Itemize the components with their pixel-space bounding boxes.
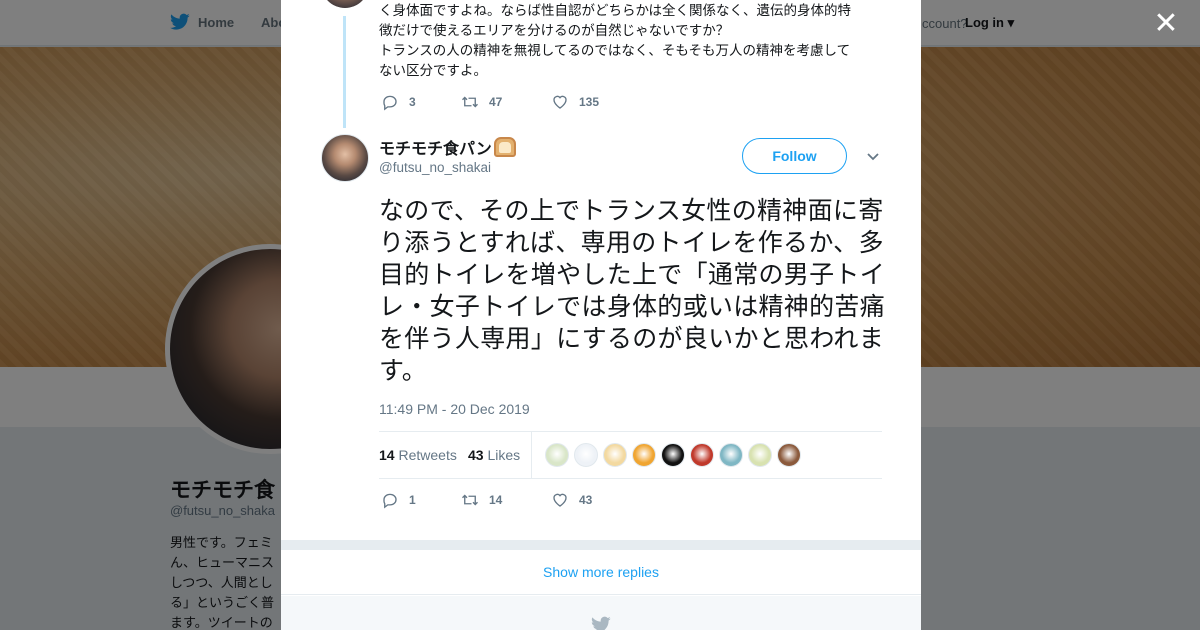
like-button[interactable]: 135 — [551, 93, 631, 111]
reply-count: 3 — [409, 95, 416, 109]
likes-stat[interactable]: 43 Likes — [468, 447, 520, 463]
liker-avatar[interactable] — [690, 443, 714, 467]
tweet-actions: 1 14 43 — [381, 491, 631, 509]
heart-icon — [553, 95, 567, 109]
reply-count: 1 — [409, 493, 416, 507]
previous-tweet[interactable]: く身体面ですよね。ならば性自認がどちらかは全く関係なく、遺伝的身体的特 徴だけで… — [281, 0, 921, 130]
thread-line — [343, 16, 346, 128]
reply-button[interactable]: 1 — [381, 491, 461, 509]
retweets-stat[interactable]: 14 Retweets — [379, 447, 457, 463]
like-count: 43 — [579, 493, 593, 507]
liker-avatar[interactable] — [574, 443, 598, 467]
liker-avatar[interactable] — [777, 443, 801, 467]
liker-avatar[interactable] — [719, 443, 743, 467]
liker-avatar[interactable] — [545, 443, 569, 467]
like-count: 135 — [579, 95, 600, 109]
previous-tweet-line: 徴だけで使えるエリアを分けるのが自然じゃないですか？ — [379, 23, 730, 39]
retweet-count: 14 — [489, 493, 503, 507]
heart-icon — [553, 493, 567, 507]
retweet-count: 47 — [489, 95, 503, 109]
liker-avatar[interactable] — [661, 443, 685, 467]
like-button[interactable]: 43 — [551, 491, 631, 509]
tweet-stats: 14 Retweets 43 Likes — [379, 431, 882, 479]
reply-icon — [383, 95, 397, 111]
close-modal-button[interactable]: ✕ — [1152, 9, 1180, 39]
reply-button[interactable]: 3 — [381, 93, 461, 111]
modal-footer — [281, 596, 921, 630]
bread-icon — [493, 137, 516, 157]
liker-avatar[interactable] — [632, 443, 656, 467]
stats-divider — [531, 432, 532, 478]
retweet-button[interactable]: 47 — [461, 93, 551, 111]
likes-stat-label: Likes — [487, 447, 521, 463]
author-avatar[interactable] — [321, 134, 369, 182]
previous-tweet-text: く身体面ですよね。ならば性自認がどちらかは全く関係なく、遺伝的身体的特 徴だけで… — [379, 1, 879, 81]
author-name[interactable]: モチモチ食パン — [379, 135, 516, 159]
follow-button[interactable]: Follow — [742, 138, 847, 174]
tweet-timestamp[interactable]: 11:49 PM - 20 Dec 2019 — [379, 401, 530, 417]
show-more-replies-link[interactable]: Show more replies — [281, 550, 921, 595]
previous-tweet-avatar[interactable] — [321, 0, 369, 8]
author-handle[interactable]: @futsu_no_shakai — [379, 160, 491, 175]
retweet-button[interactable]: 14 — [461, 491, 551, 509]
tweet-text: なので、その上でトランス女性の精神面に寄り添うとすれば、専用のトイレを作るか、多… — [379, 196, 886, 385]
liker-avatars — [545, 443, 801, 467]
liker-avatar[interactable] — [603, 443, 627, 467]
previous-tweet-line: トランスの人の精神を無視してるのではなく、そもそも万人の精神を考慮して — [379, 43, 851, 59]
previous-tweet-actions: 3 47 135 — [381, 93, 631, 111]
likes-stat-count: 43 — [468, 447, 484, 463]
reply-icon — [383, 493, 397, 509]
retweets-stat-count: 14 — [379, 447, 395, 463]
previous-tweet-line: く身体面ですよね。ならば性自認がどちらかは全く関係なく、遺伝的身体的特 — [379, 3, 851, 19]
retweet-icon — [462, 494, 478, 506]
tweet-modal: く身体面ですよね。ならば性自認がどちらかは全く関係なく、遺伝的身体的特 徴だけで… — [281, 0, 921, 630]
author-name-text: モチモチ食パン — [379, 139, 492, 158]
twitter-bird-icon — [591, 616, 611, 630]
previous-tweet-line: ない区分ですよ。 — [379, 63, 487, 79]
chevron-down-icon[interactable] — [865, 148, 881, 164]
retweets-stat-label: Retweets — [398, 447, 457, 463]
section-divider — [281, 540, 921, 550]
liker-avatar[interactable] — [748, 443, 772, 467]
retweet-icon — [462, 96, 478, 108]
